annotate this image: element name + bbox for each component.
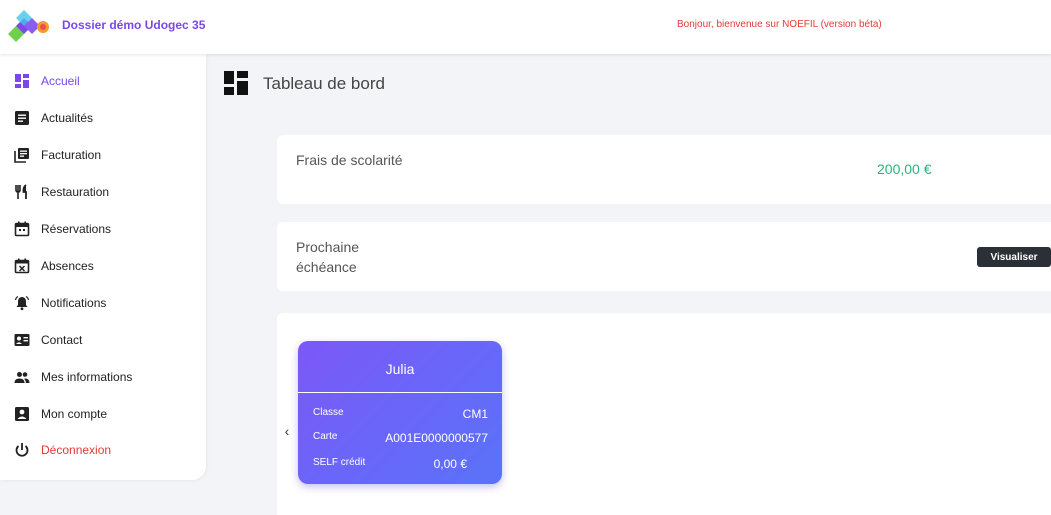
- sidebar-item-restauration[interactable]: Restauration: [0, 177, 206, 207]
- bell-icon: [14, 295, 30, 311]
- invoice-icon: [14, 147, 30, 163]
- student-name: Julia: [385, 361, 415, 377]
- self-credit-label: SELF crédit: [313, 457, 366, 468]
- sidebar-item-notifications[interactable]: Notifications: [0, 288, 206, 318]
- sidebar-item-label: Déconnexion: [41, 443, 112, 457]
- sidebar-item-label: Mon compte: [41, 407, 108, 421]
- restaurant-icon: [14, 184, 30, 200]
- sidebar-item-label: Accueil: [41, 74, 80, 88]
- top-bar: Dossier démo Udogec 35 Bonjour, bienvenu…: [0, 0, 1051, 54]
- calendar-x-icon: [14, 258, 30, 274]
- fees-label: Frais de scolarité: [296, 152, 403, 168]
- student-carousel: ‹ Julia Classe CM1 Carte A001E0000000577…: [277, 313, 1051, 515]
- sidebar-item-deconnexion[interactable]: Déconnexion: [0, 435, 206, 465]
- student-card[interactable]: Julia Classe CM1 Carte A001E0000000577 S…: [298, 341, 502, 484]
- org-name[interactable]: Dossier démo Udogec 35: [62, 18, 205, 32]
- people-icon: [14, 369, 30, 385]
- card-value: A001E0000000577: [385, 431, 488, 445]
- sidebar-item-accueil[interactable]: Accueil: [0, 66, 206, 96]
- dashboard-icon: [14, 73, 30, 89]
- contact-card-icon: [14, 332, 30, 348]
- sidebar: Accueil Actualités Facturation Restaurat…: [0, 54, 206, 480]
- sidebar-item-mes-informations[interactable]: Mes informations: [0, 362, 206, 392]
- chevron-left-icon[interactable]: ‹: [280, 423, 294, 443]
- welcome-message: Bonjour, bienvenue sur NOEFIL (version b…: [677, 19, 882, 30]
- divider: [298, 392, 502, 393]
- sidebar-item-label: Réservations: [41, 222, 112, 236]
- sidebar-item-label: Facturation: [41, 148, 102, 162]
- account-box-icon: [14, 406, 30, 422]
- visualiser-button[interactable]: Visualiser: [977, 247, 1051, 267]
- calendar-icon: [14, 221, 30, 237]
- sidebar-item-label: Restauration: [41, 185, 110, 199]
- page-title: Tableau de bord: [263, 74, 385, 93]
- sidebar-item-label: Notifications: [41, 296, 107, 310]
- sidebar-item-absences[interactable]: Absences: [0, 251, 206, 281]
- sidebar-item-facturation[interactable]: Facturation: [0, 140, 206, 170]
- sidebar-item-label: Actualités: [41, 111, 94, 125]
- app-logo: [8, 10, 49, 42]
- sidebar-item-contact[interactable]: Contact: [0, 325, 206, 355]
- sidebar-item-label: Contact: [41, 333, 83, 347]
- sidebar-item-reservations[interactable]: Réservations: [0, 214, 206, 244]
- power-icon: [14, 442, 30, 458]
- fees-amount: 200,00 €: [877, 161, 932, 177]
- sidebar-item-actualites[interactable]: Actualités: [0, 103, 206, 133]
- fees-card: Frais de scolarité 200,00 €: [277, 135, 1051, 204]
- sidebar-item-mon-compte[interactable]: Mon compte: [0, 399, 206, 429]
- self-credit-value: 0,00 €: [433, 457, 467, 471]
- class-value: CM1: [462, 407, 488, 421]
- next-due-label: Prochaine échéance: [296, 239, 360, 275]
- class-label: Classe: [313, 407, 344, 418]
- sidebar-item-label: Mes informations: [41, 370, 133, 384]
- card-label: Carte: [313, 431, 338, 442]
- sidebar-item-label: Absences: [41, 259, 94, 273]
- next-due-card: Prochaine échéance Visualiser: [277, 222, 1051, 291]
- news-icon: [14, 110, 30, 126]
- dashboard-icon: [224, 71, 248, 95]
